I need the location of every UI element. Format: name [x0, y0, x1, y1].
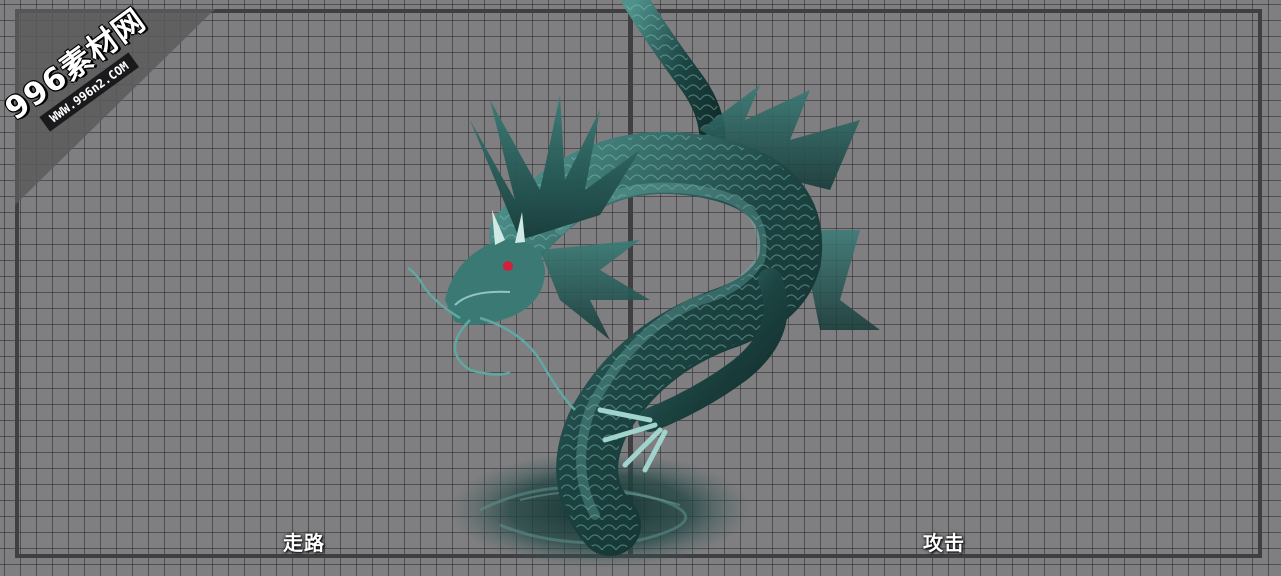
dragon-eye: [503, 261, 513, 271]
dragon-whisker-right: [479, 316, 576, 411]
walk-animation-label: 走路: [283, 531, 325, 555]
dragon-head: [445, 239, 545, 325]
preview-stage: 996素材网 WWW.996n2.COM 走路 攻击: [0, 0, 1281, 576]
attack-animation-label: 攻击: [923, 531, 965, 555]
dragon-model: [407, 0, 880, 568]
